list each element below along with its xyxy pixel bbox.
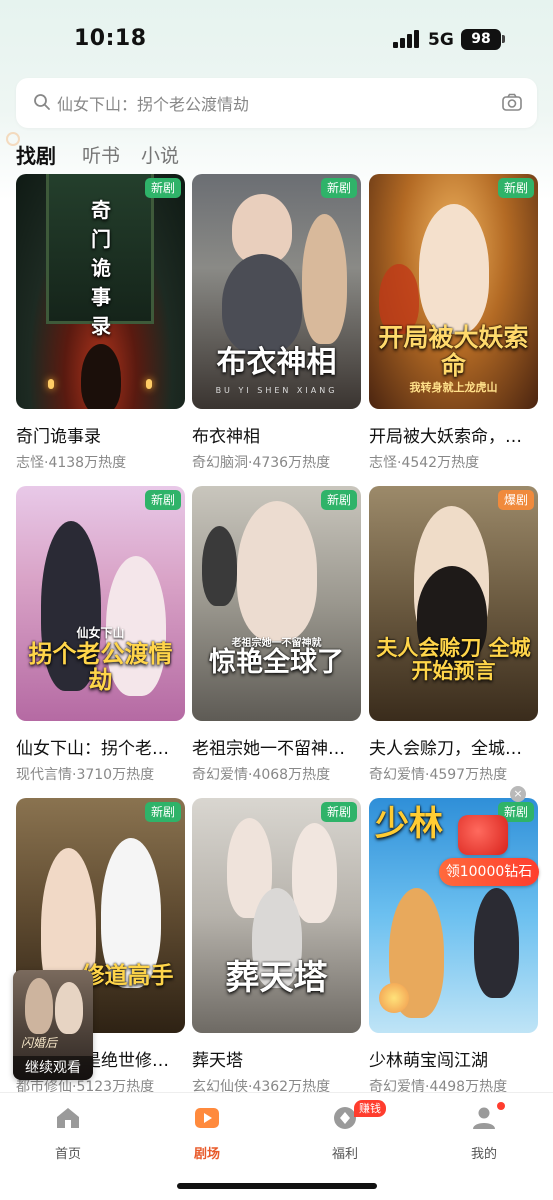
hot-badge: 爆剧 [497,490,534,510]
thumbnail-title: 闪婚后 [21,1036,58,1050]
continue-watching-label[interactable]: 继续观看 [13,1056,93,1080]
card-title[interactable]: 奇门诡事录 [16,422,185,447]
nav-label: 我的 [470,1147,497,1162]
new-badge: 新剧 [320,490,357,510]
battery-tip [502,35,505,43]
poster-title: 夫人会赊刀 全城开始预言 [376,635,531,684]
drama-card[interactable]: 夫人会赊刀 全城开始预言 爆剧 夫人会赊刀，全城开始预言 奇幻爱情·4597万热… [369,486,538,784]
poster-title: 布衣神相 [216,345,337,380]
card-title[interactable]: 布衣神相 [192,422,361,447]
poster-subtitle: BU YI SHEN XIANG [215,386,338,395]
diamond-reward-button[interactable]: 领10000钻石 [439,858,539,886]
drama-card[interactable]: 仙女下山 拐个老公渡情劫 新剧 仙女下山：拐个老公渡情劫 现代言情·3710万热… [16,486,185,784]
card-meta: 奇幻脑洞·4736万热度 [192,455,331,471]
card-meta: 志怪·4138万热度 [16,455,127,471]
poster-image[interactable]: 老祖宗她一不留神就 惊艳全球了 新剧 [192,486,361,721]
poster-title: 惊艳全球了 [209,647,344,678]
drama-card[interactable]: 少林 新剧 少林萌宝闯江湖 奇幻爱情·4498万热度 [369,798,538,1096]
theater-play-icon [195,1108,219,1128]
card-meta: 志怪·4542万热度 [369,455,480,471]
earn-badge: 赚钱 [354,1100,386,1117]
poster-image[interactable]: 奇门诡事录 新剧 [16,174,185,409]
poster-title: 开局被大妖索命 [378,323,529,380]
card-title[interactable]: 仙女下山：拐个老公渡情劫 [16,734,185,759]
drama-card[interactable]: 奇门诡事录 新剧 奇门诡事录 志怪·4138万热度 [16,174,185,472]
poster-image[interactable]: 葬天塔 新剧 [192,798,361,1033]
home-indicator [177,1183,377,1189]
poster-title: 奇门诡事录 [91,198,111,338]
nav-label: 剧场 [193,1147,220,1162]
notification-dot [497,1102,505,1110]
poster-image[interactable]: 少林 新剧 [369,798,538,1033]
network-type: 5G [428,30,454,50]
red-envelope-gift-icon[interactable] [458,815,508,855]
status-bar: 10:18 5G 98 [0,0,553,80]
poster-subtitle: 我转身就上龙虎山 [409,381,498,394]
nav-profile[interactable]: 我的 [444,1103,524,1162]
tab-find-drama[interactable]: 找剧 [16,140,56,169]
home-icon [57,1108,79,1128]
search-input[interactable]: 仙女下山：拐个老公渡情劫 [57,91,249,115]
poster-title: 葬天塔 [225,958,328,998]
thumbnail-figure [55,982,83,1034]
signal-icon [393,30,419,48]
status-time: 10:18 [74,26,147,51]
thumbnail-figure [25,978,53,1034]
nav-theater[interactable]: 剧场 [167,1103,247,1162]
new-badge: 新剧 [320,178,357,198]
search-bar[interactable]: 仙女下山：拐个老公渡情劫 [16,78,537,128]
new-badge: 新剧 [320,802,357,822]
new-badge: 新剧 [497,178,534,198]
card-title[interactable]: 老祖宗她一不留神就惊艳全球了 [192,734,361,759]
drama-card[interactable]: 老祖宗她一不留神就 惊艳全球了 新剧 老祖宗她一不留神就惊艳全球了 奇幻爱情·4… [192,486,361,784]
drama-card[interactable]: 开局被大妖索命 我转身就上龙虎山 新剧 开局被大妖索命，我转身就上龙虎山 志怪·… [369,174,538,472]
close-icon[interactable]: × [510,786,526,802]
poster-image[interactable]: 布衣神相 BU YI SHEN XIANG 新剧 [192,174,361,409]
card-meta: 奇幻爱情·4068万热度 [192,767,331,783]
card-title[interactable]: 葬天塔 [192,1046,361,1071]
card-meta: 奇幻爱情·4597万热度 [369,767,508,783]
battery-icon: 98 [461,29,501,50]
card-title[interactable]: 开局被大妖索命，我转身就上龙虎山 [369,422,538,447]
profile-icon [473,1107,495,1129]
new-badge: 新剧 [144,802,181,822]
tab-novel[interactable]: 小说 [141,141,179,168]
poster-title: 拐个老公渡情劫 [28,639,173,695]
drama-card[interactable]: 布衣神相 BU YI SHEN XIANG 新剧 布衣神相 奇幻脑洞·4736万… [192,174,361,472]
nav-label: 福利 [331,1147,358,1162]
camera-icon[interactable] [501,92,523,114]
new-badge: 新剧 [144,178,181,198]
poster-image[interactable]: 开局被大妖索命 我转身就上龙虎山 新剧 [369,174,538,409]
card-meta: 现代言情·3710万热度 [16,767,155,783]
continue-watching-widget[interactable]: 闪婚后 继续观看 [13,970,93,1080]
search-icon [34,94,50,110]
poster-image[interactable]: 仙女下山 拐个老公渡情劫 新剧 [16,486,185,721]
card-title[interactable]: 少林萌宝闯江湖 [369,1046,538,1071]
card-title[interactable]: 夫人会赊刀，全城开始预言 [369,734,538,759]
tab-audiobook[interactable]: 听书 [82,141,120,168]
drama-card[interactable]: 葬天塔 新剧 葬天塔 玄幻仙侠·4362万热度 [192,798,361,1096]
nav-home[interactable]: 首页 [28,1103,108,1162]
poster-image[interactable]: 夫人会赊刀 全城开始预言 爆剧 [369,486,538,721]
nav-label: 首页 [54,1147,81,1162]
new-badge: 新剧 [144,490,181,510]
